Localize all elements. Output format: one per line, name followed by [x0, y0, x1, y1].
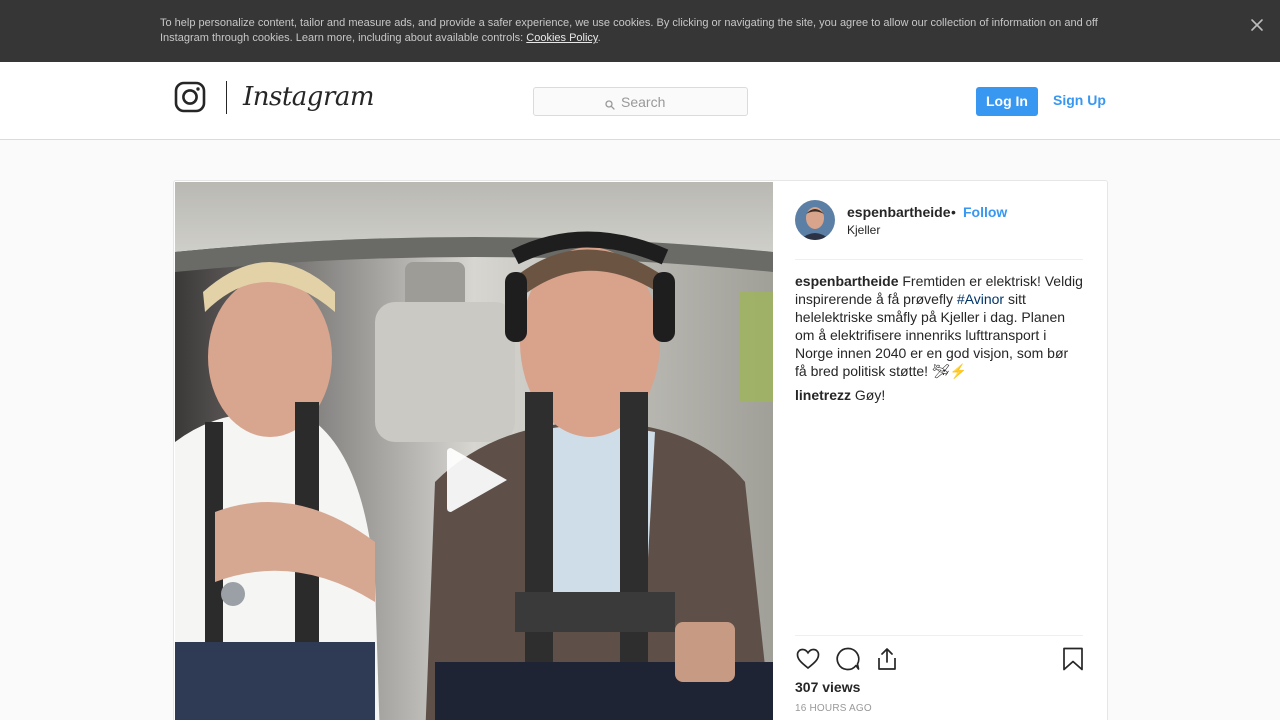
- cookie-message: To help personalize content, tailor and …: [160, 17, 1098, 44]
- search-placeholder: Search: [621, 94, 666, 110]
- login-button[interactable]: Log In: [976, 87, 1038, 116]
- comment-item: linetrezz Gøy!: [795, 386, 1083, 404]
- post-card: espenbartheide • Follow Kjeller espenbar…: [173, 180, 1108, 720]
- logo-divider: [226, 81, 227, 114]
- search-icon: [605, 97, 615, 110]
- cookies-policy-link[interactable]: Cookies Policy: [526, 32, 597, 44]
- view-count: 307 views: [795, 679, 861, 695]
- post-actions: [795, 635, 1083, 675]
- post-timestamp[interactable]: 16 hours ago: [795, 703, 872, 715]
- comments-list: espenbartheide Fremtiden er elektrisk! V…: [795, 272, 1083, 410]
- avatar[interactable]: [795, 200, 835, 240]
- play-icon[interactable]: [443, 446, 511, 514]
- author-username[interactable]: espenbartheide: [847, 203, 950, 221]
- bookmark-icon[interactable]: [1060, 646, 1086, 672]
- cookie-message-end: .: [597, 32, 601, 44]
- comment-text: Gøy!: [851, 387, 886, 403]
- hashtag-link[interactable]: #Avinor: [957, 291, 1004, 307]
- signup-link[interactable]: Sign Up: [1053, 91, 1106, 109]
- cookie-banner: To help personalize content, tailor and …: [0, 0, 1280, 62]
- cookie-text: To help personalize content, tailor and …: [160, 16, 1120, 46]
- close-icon[interactable]: [1248, 16, 1266, 34]
- share-icon[interactable]: [874, 646, 900, 672]
- post-header: espenbartheide • Follow Kjeller: [795, 200, 1083, 260]
- top-navigation: Instagram Search Log In Sign Up: [0, 62, 1280, 140]
- caption: espenbartheide Fremtiden er elektrisk! V…: [795, 272, 1083, 380]
- heart-icon[interactable]: [795, 646, 821, 672]
- follow-button[interactable]: Follow: [963, 203, 1007, 221]
- comment-username[interactable]: linetrezz: [795, 387, 851, 403]
- caption-username[interactable]: espenbartheide: [795, 273, 898, 289]
- comment-icon[interactable]: [835, 646, 861, 672]
- search-input[interactable]: Search: [533, 87, 748, 116]
- post-location[interactable]: Kjeller: [847, 223, 880, 237]
- separator-dot: •: [951, 204, 956, 220]
- post-video[interactable]: [175, 182, 773, 720]
- post-sidebar: espenbartheide • Follow Kjeller espenbar…: [773, 181, 1108, 720]
- instagram-glyph-icon[interactable]: [174, 81, 206, 113]
- instagram-wordmark[interactable]: Instagram: [243, 80, 375, 114]
